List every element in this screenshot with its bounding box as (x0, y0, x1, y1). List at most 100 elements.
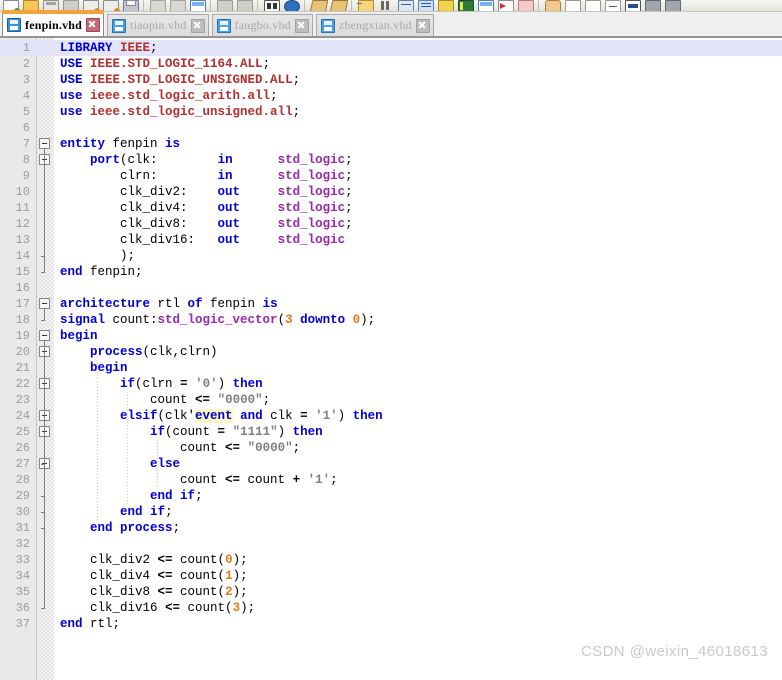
vhdl-source-editor[interactable]: 1 LIBRARY IEEE; 2 USE IEEE.STD_LOGIC_1164.A… (0, 37, 782, 680)
code-token: port (90, 153, 121, 167)
tab-close-icon[interactable] (190, 18, 205, 33)
code-line[interactable]: 33 clk_div2 <= count(0); (0, 552, 782, 568)
code-token: '1' (315, 409, 338, 423)
code-line[interactable]: 21 begin (0, 360, 782, 376)
toolbar-button-find-replace[interactable] (281, 0, 301, 11)
code-line[interactable]: 10 clk_div2: out std_logic; (0, 184, 782, 200)
code-line[interactable]: 35 clk_div8 <= count(2); (0, 584, 782, 600)
code-token: in (217, 169, 233, 183)
code-line[interactable]: 14 ); (0, 248, 782, 264)
fold-toggle-line-7[interactable] (39, 138, 50, 149)
toolbar-button-panel-3[interactable] (582, 0, 602, 11)
code-line[interactable]: 2 USE IEEE.STD_LOGIC_1164.ALL; (0, 56, 782, 72)
code-line[interactable]: 37 end rtl; (0, 616, 782, 632)
editor-tab-fenpin-vhd[interactable]: fenpin.vhd (2, 10, 105, 36)
code-token: use (60, 89, 83, 103)
code-token: use (60, 105, 83, 119)
toolbar-button-report[interactable] (455, 0, 475, 11)
fold-range-line (44, 165, 45, 256)
editor-tab-zhengxian-vhd[interactable]: zhengxian.vhd (315, 14, 434, 36)
editor-tab-fangbo-vhd[interactable]: fangbo.vhd (211, 14, 313, 36)
code-line[interactable]: 34 clk_div4 <= count(1); (0, 568, 782, 584)
toolbar-button-delete[interactable] (475, 0, 495, 11)
toolbar-button-waveform[interactable] (435, 0, 455, 11)
fold-toggle-line-17[interactable] (39, 298, 50, 309)
editor-tab-tiaopin-vhd[interactable]: tiaopin.vhd (107, 14, 209, 36)
code-line[interactable]: 1 LIBRARY IEEE; (0, 40, 782, 56)
code-line[interactable]: 36 clk_div16 <= count(3); (0, 600, 782, 616)
code-line[interactable]: 18 signal count:std_logic_vector(3 downto… (0, 312, 782, 328)
code-token: <= (225, 473, 241, 487)
code-token: ; (165, 505, 173, 519)
toolbar-button-cut[interactable] (147, 0, 167, 11)
main-toolbar[interactable] (0, 0, 782, 12)
toolbar-button-undo[interactable] (214, 0, 234, 11)
line-number: 19 (15, 329, 30, 343)
code-line[interactable]: 32 (0, 536, 782, 552)
toolbar-button-redo[interactable] (234, 0, 254, 11)
code-token: begin (90, 361, 128, 375)
code-line[interactable]: 5 use ieee.std_logic_unsigned.all; (0, 104, 782, 120)
toolbar-button-panel-6[interactable] (642, 0, 662, 11)
code-token: clk_div8: (60, 217, 218, 231)
line-number: 21 (15, 361, 30, 375)
code-line[interactable]: 13 clk_div16: out std_logic (0, 232, 782, 248)
toolbar-button-panel-4[interactable] (602, 0, 622, 11)
code-line[interactable]: 24 elsif(clk'event and clk = '1') then (0, 408, 782, 424)
code-line[interactable]: 17 architecture rtl of fenpin is (0, 296, 782, 312)
toolbar-button-paste[interactable] (187, 0, 207, 11)
toolbar-button-compile-add[interactable] (355, 0, 375, 11)
code-line[interactable]: 19 begin (0, 328, 782, 344)
toolbar-button-panel-7[interactable] (662, 0, 682, 11)
active-tab-indicator (2, 10, 105, 14)
toolbar-button-insert-signal[interactable] (328, 0, 349, 11)
toolbar-button-print[interactable] (120, 0, 140, 11)
code-line[interactable]: 8 port(clk: in std_logic; (0, 152, 782, 168)
code-lines-container[interactable]: 1 LIBRARY IEEE; 2 USE IEEE.STD_LOGIC_1164.A… (0, 38, 782, 680)
code-token: (clk' (157, 409, 196, 423)
toolbar-button-panel-2[interactable] (562, 0, 582, 11)
line-number: 29 (15, 489, 30, 503)
toolbar-separator (535, 0, 542, 11)
toolbar-button-panel-1[interactable] (542, 0, 562, 11)
toolbar-button-copy[interactable] (167, 0, 187, 11)
code-line[interactable]: 30 end if; (0, 504, 782, 520)
code-line[interactable]: 15 end fenpin; (0, 264, 782, 280)
delete-icon (478, 0, 494, 11)
code-line[interactable]: 9 clrn: in std_logic; (0, 168, 782, 184)
code-line[interactable]: 12 clk_div8: out std_logic; (0, 216, 782, 232)
code-line[interactable]: 28 count <= count + '1'; (0, 472, 782, 488)
code-line[interactable]: 23 count <= "0000"; (0, 392, 782, 408)
tab-close-icon[interactable] (294, 18, 309, 33)
code-line[interactable]: 20 process(clk,clrn) (0, 344, 782, 360)
code-token: signal (60, 313, 106, 327)
code-line[interactable]: 22 if(clrn = '0') then (0, 376, 782, 392)
code-line[interactable]: 11 clk_div4: out std_logic; (0, 200, 782, 216)
tab-close-icon[interactable] (415, 18, 430, 33)
code-line[interactable]: 7 entity fenpin is (0, 136, 782, 152)
code-line[interactable]: 25 if(count = "1111") then (0, 424, 782, 440)
code-line[interactable]: 27 else (0, 456, 782, 472)
toolbar-button-find[interactable] (261, 0, 281, 11)
print-icon (123, 0, 139, 11)
toolbar-button-run[interactable] (415, 0, 435, 11)
fold-toggle-line-19[interactable] (39, 330, 50, 341)
toolbar-button-insert-template[interactable] (308, 0, 329, 11)
editor-tab-bar[interactable]: fenpin.vhd tiaopin.vhd fangbo.vhd zhengxian… (0, 10, 782, 37)
toolbar-button-stop[interactable] (495, 0, 515, 11)
toolbar-button-hand[interactable] (515, 0, 535, 11)
code-line-text: begin (60, 328, 98, 344)
code-line[interactable]: 3 USE IEEE.STD_LOGIC_UNSIGNED.ALL; (0, 72, 782, 88)
code-line[interactable]: 6 (0, 120, 782, 136)
toolbar-button-pause[interactable] (375, 0, 395, 11)
code-line[interactable]: 31 end process; (0, 520, 782, 536)
code-line[interactable]: 16 (0, 280, 782, 296)
toolbar-button-simulate[interactable] (395, 0, 415, 11)
code-line[interactable]: 29 end if; (0, 488, 782, 504)
tab-close-icon[interactable] (86, 18, 101, 32)
toolbar-button-panel-5[interactable] (622, 0, 642, 11)
code-line[interactable]: 4 use ieee.std_logic_arith.all; (0, 88, 782, 104)
code-line[interactable]: 26 count <= "0000"; (0, 440, 782, 456)
